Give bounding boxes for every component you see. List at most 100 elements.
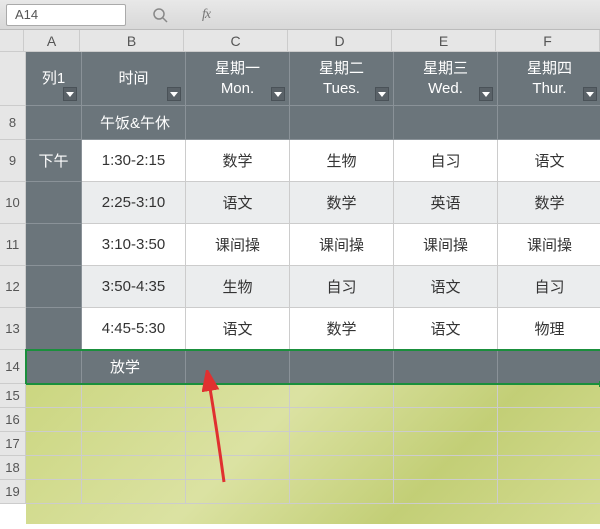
afternoon-cell[interactable] (26, 308, 82, 350)
afternoon-cell[interactable]: 下午 (26, 140, 82, 182)
cell[interactable] (186, 384, 290, 408)
cell[interactable] (26, 408, 82, 432)
row-header[interactable]: 16 (0, 408, 26, 432)
cell[interactable] (26, 384, 82, 408)
row-header[interactable]: 9 (0, 140, 26, 182)
cell[interactable] (498, 480, 600, 504)
cell[interactable] (82, 456, 186, 480)
col-header-A[interactable]: A (24, 30, 80, 52)
cell[interactable] (82, 408, 186, 432)
cell[interactable] (186, 408, 290, 432)
cell[interactable]: 语文 (498, 140, 600, 182)
cell[interactable]: 生物 (290, 140, 394, 182)
cell[interactable]: 数学 (498, 182, 600, 224)
cell[interactable] (290, 432, 394, 456)
hdr-cell[interactable]: 星期四 Thur. (498, 52, 600, 106)
cell[interactable] (290, 350, 394, 384)
cell[interactable] (394, 384, 498, 408)
col-header-E[interactable]: E (392, 30, 496, 52)
cell[interactable] (498, 408, 600, 432)
cell[interactable] (26, 432, 82, 456)
hdr-cell[interactable]: 星期一 Mon. (186, 52, 290, 106)
cell[interactable]: 课间操 (186, 224, 290, 266)
row-header[interactable]: 10 (0, 182, 26, 224)
cell[interactable] (498, 350, 600, 384)
filter-dropdown-icon[interactable] (271, 87, 285, 101)
cell[interactable] (394, 480, 498, 504)
cell[interactable] (498, 456, 600, 480)
cell[interactable] (498, 432, 600, 456)
cell[interactable] (394, 408, 498, 432)
row-header[interactable]: 17 (0, 432, 26, 456)
row-header[interactable]: 13 (0, 308, 26, 350)
hdr-cell[interactable]: 星期二 Tues. (290, 52, 394, 106)
time-cell[interactable]: 3:10-3:50 (82, 224, 186, 266)
filter-dropdown-icon[interactable] (63, 87, 77, 101)
row-header[interactable]: 18 (0, 456, 26, 480)
row-header[interactable]: 15 (0, 384, 26, 408)
cell[interactable] (82, 480, 186, 504)
cell[interactable]: 语文 (394, 308, 498, 350)
cell[interactable] (26, 480, 82, 504)
cell[interactable] (394, 456, 498, 480)
cell[interactable] (498, 106, 600, 140)
afternoon-cell[interactable] (26, 224, 82, 266)
cell[interactable]: 语文 (186, 182, 290, 224)
cell[interactable] (186, 350, 290, 384)
cell[interactable] (186, 432, 290, 456)
row-header[interactable]: 14 (0, 350, 26, 384)
cell[interactable]: 生物 (186, 266, 290, 308)
cell[interactable]: 英语 (394, 182, 498, 224)
cell[interactable]: 自习 (394, 140, 498, 182)
cell[interactable]: 自习 (498, 266, 600, 308)
time-cell[interactable]: 2:25-3:10 (82, 182, 186, 224)
hdr-cell[interactable]: 时间 (82, 52, 186, 106)
cell[interactable]: 数学 (290, 308, 394, 350)
fx-icon[interactable]: fx (194, 3, 218, 27)
cell[interactable] (186, 456, 290, 480)
cell[interactable] (290, 106, 394, 140)
filter-dropdown-icon[interactable] (583, 87, 597, 101)
cell[interactable]: 课间操 (498, 224, 600, 266)
cell[interactable] (186, 480, 290, 504)
time-cell[interactable]: 1:30-2:15 (82, 140, 186, 182)
cell[interactable]: 数学 (186, 140, 290, 182)
cell[interactable]: 课间操 (394, 224, 498, 266)
hdr-cell[interactable]: 列1 (26, 52, 82, 106)
search-icon[interactable] (148, 3, 172, 27)
cell[interactable]: 语文 (186, 308, 290, 350)
cell[interactable] (394, 350, 498, 384)
cell[interactable] (26, 350, 82, 384)
select-all-corner[interactable] (0, 30, 24, 52)
dismiss-label[interactable]: 放学 (82, 350, 186, 384)
row-header[interactable] (0, 52, 26, 106)
cell[interactable] (82, 384, 186, 408)
cell[interactable] (26, 456, 82, 480)
cell-reference-box[interactable]: A14 (6, 4, 126, 26)
cell[interactable]: 自习 (290, 266, 394, 308)
hdr-cell[interactable]: 星期三 Wed. (394, 52, 498, 106)
cell[interactable] (290, 456, 394, 480)
time-cell[interactable]: 3:50-4:35 (82, 266, 186, 308)
cell[interactable] (82, 432, 186, 456)
col-header-F[interactable]: F (496, 30, 600, 52)
cell[interactable] (290, 384, 394, 408)
row-header[interactable]: 11 (0, 224, 26, 266)
cell[interactable] (26, 106, 82, 140)
col-header-B[interactable]: B (80, 30, 184, 52)
cell[interactable] (290, 480, 394, 504)
afternoon-cell[interactable] (26, 182, 82, 224)
filter-dropdown-icon[interactable] (375, 87, 389, 101)
afternoon-cell[interactable] (26, 266, 82, 308)
cell[interactable] (498, 384, 600, 408)
cell[interactable] (290, 408, 394, 432)
filter-dropdown-icon[interactable] (167, 87, 181, 101)
cell[interactable]: 语文 (394, 266, 498, 308)
col-header-D[interactable]: D (288, 30, 392, 52)
lunch-label[interactable]: 午饭&午休 (82, 106, 186, 140)
cell[interactable] (394, 106, 498, 140)
filter-dropdown-icon[interactable] (479, 87, 493, 101)
row-header[interactable]: 19 (0, 480, 26, 504)
cell[interactable] (186, 106, 290, 140)
cell[interactable]: 数学 (290, 182, 394, 224)
